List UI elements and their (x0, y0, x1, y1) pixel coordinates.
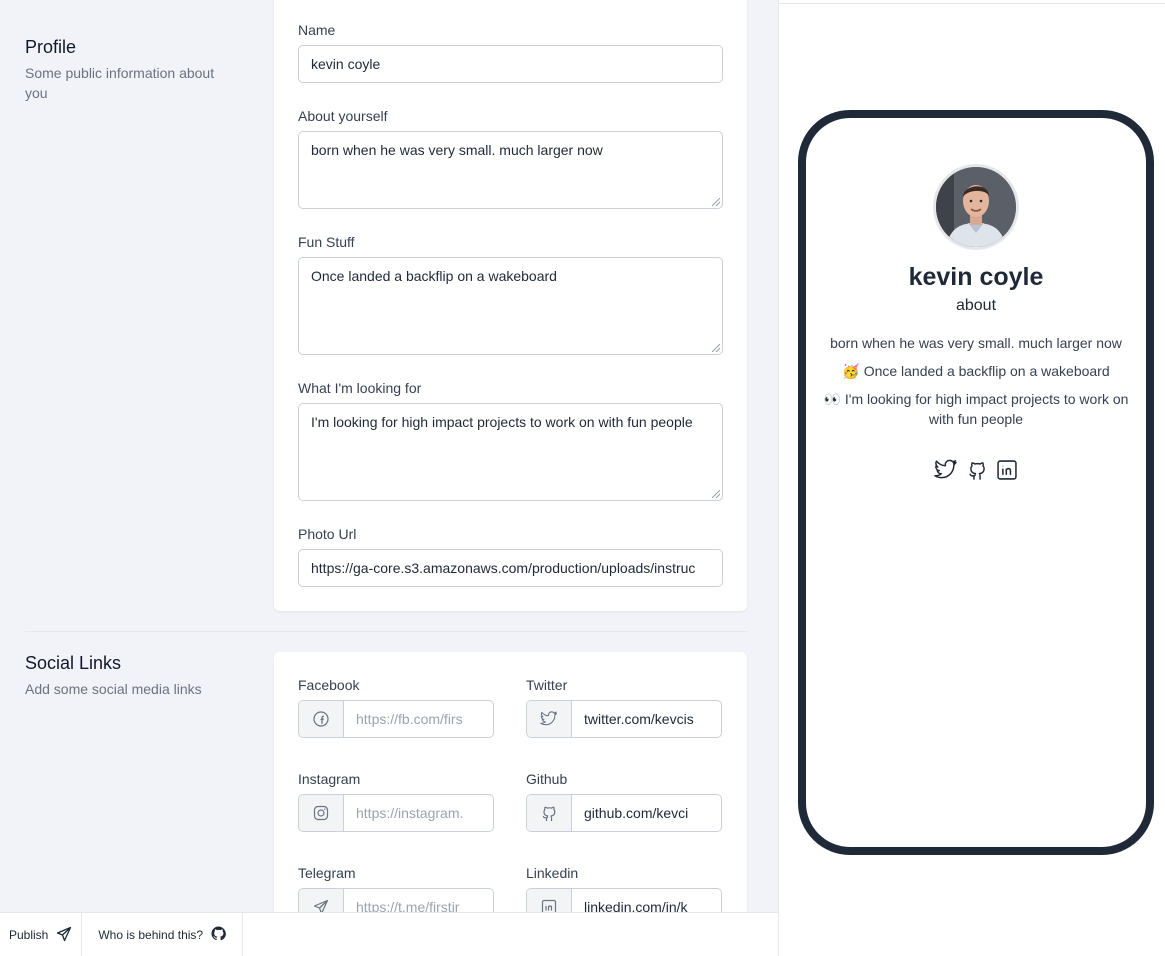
resize-handle-icon[interactable] (712, 198, 720, 206)
twitter-icon (527, 701, 572, 737)
preview-about-text: born when he was very small. much larger… (830, 335, 1122, 351)
photo-url-label: Photo Url (298, 526, 357, 542)
instagram-input[interactable]: https://instagram. (344, 795, 493, 831)
preview-fun-line: 🥳 Once landed a backflip on a wakeboard (821, 361, 1131, 381)
preview-social-icons (806, 459, 1146, 486)
looking-label: What I'm looking for (298, 380, 422, 396)
github-icon[interactable] (966, 459, 988, 486)
name-input[interactable]: kevin coyle (298, 45, 723, 83)
party-emoji-icon: 🥳 (842, 363, 860, 379)
send-icon (56, 926, 72, 945)
about-textarea[interactable]: born when he was very small. much larger… (298, 131, 723, 209)
preview-fun-text: Once landed a backflip on a wakeboard (863, 363, 1110, 379)
profile-form-card: Name kevin coyle About yourself born whe… (274, 0, 747, 611)
preview-looking-line: 👀 I'm looking for high impact projects t… (821, 389, 1131, 429)
github-input[interactable]: github.com/kevci (572, 795, 721, 831)
twitter-icon[interactable] (934, 459, 958, 486)
eyes-emoji-icon: 👀 (823, 391, 841, 407)
who-is-behind-button[interactable]: Who is behind this? (82, 913, 244, 956)
preview-about-heading: about (955, 297, 997, 314)
github-label: Github (526, 771, 568, 787)
profile-section-title: Profile (25, 37, 77, 57)
fun-text: Once landed a backflip on a wakeboard (311, 268, 557, 284)
github-icon (527, 795, 572, 831)
section-divider (25, 631, 747, 632)
fun-textarea[interactable]: Once landed a backflip on a wakeboard (298, 257, 723, 355)
linkedin-icon[interactable] (996, 459, 1018, 486)
twitter-field[interactable]: twitter.com/kevcis (526, 700, 722, 738)
looking-text: I'm looking for high impact projects to … (311, 414, 693, 430)
telegram-label: Telegram (298, 865, 356, 881)
publish-button[interactable]: Publish (0, 913, 83, 956)
twitter-input[interactable]: twitter.com/kevcis (572, 701, 721, 737)
about-label: About yourself (298, 108, 388, 124)
avatar (933, 164, 1019, 250)
resize-handle-icon[interactable] (712, 344, 720, 352)
instagram-icon (299, 795, 344, 831)
instagram-label: Instagram (298, 771, 361, 787)
facebook-field[interactable]: https://fb.com/firs (298, 700, 494, 738)
social-section-title: Social Links (25, 653, 122, 673)
instagram-field[interactable]: https://instagram. (298, 794, 494, 832)
twitter-label: Twitter (526, 677, 568, 693)
about-text: born when he was very small. much larger… (311, 142, 603, 158)
looking-textarea[interactable]: I'm looking for high impact projects to … (298, 403, 723, 501)
who-label: Who is behind this? (98, 928, 204, 942)
top-divider (779, 3, 1165, 4)
linkedin-label: Linkedin (526, 865, 579, 881)
facebook-label: Facebook (298, 677, 360, 693)
name-label: Name (298, 22, 336, 38)
photo-url-input[interactable]: https://ga-core.s3.amazonaws.com/product… (298, 549, 723, 587)
fun-label: Fun Stuff (298, 234, 355, 250)
github-field[interactable]: github.com/kevci (526, 794, 722, 832)
footer-bar: Publish Who is behind this? (0, 912, 778, 956)
facebook-icon (299, 701, 344, 737)
social-section-description: Add some social media links (25, 681, 202, 697)
publish-label: Publish (9, 928, 49, 942)
profile-editor: Profile Some public information about yo… (0, 0, 779, 956)
preview-looking-text: I'm looking for high impact projects to … (844, 391, 1129, 427)
github-icon (211, 926, 226, 944)
resize-handle-icon[interactable] (712, 490, 720, 498)
profile-section-description: Some public information about you (25, 65, 215, 101)
social-form-card: Facebook https://fb.com/firs Twitter twi… (274, 652, 747, 956)
facebook-input[interactable]: https://fb.com/firs (344, 701, 493, 737)
preview-name: kevin coyle (908, 263, 1044, 291)
phone-preview: kevin coyle about born when he was very … (798, 110, 1154, 855)
